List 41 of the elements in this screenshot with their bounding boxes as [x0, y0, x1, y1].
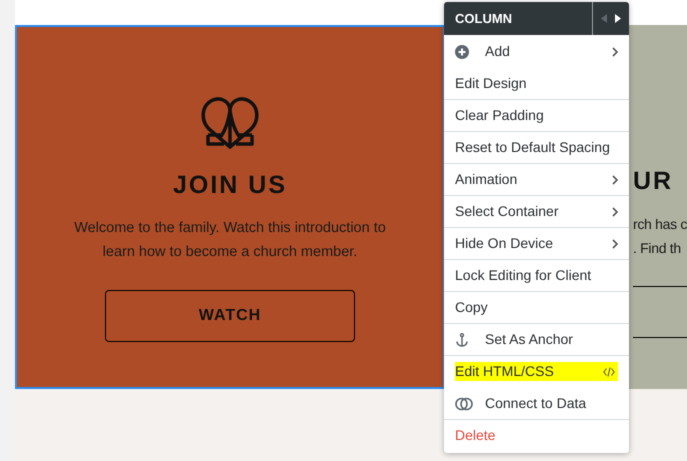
chevron-right-icon [612, 174, 618, 184]
menu-item-label: Lock Editing for Client [455, 266, 592, 285]
menu-item[interactable]: Copy [444, 291, 629, 323]
menu-item[interactable]: Edit HTML/CSS [444, 355, 629, 387]
menu-item[interactable]: Edit Design [444, 67, 629, 99]
chevron-right-icon [612, 206, 618, 216]
menu-title: COLUMN [454, 10, 514, 28]
menu-item-label: Add [485, 42, 510, 61]
menu-item[interactable]: Animation [444, 163, 629, 195]
menu-item[interactable]: Lock Editing for Client [444, 259, 629, 291]
menu-item[interactable]: Select Container [444, 195, 629, 227]
code-icon [603, 366, 615, 376]
section-heading: UR [633, 169, 674, 194]
menu-item-label: Delete [455, 426, 496, 445]
menu-item[interactable]: Clear Padding [444, 99, 629, 131]
menu-item-label: Copy [455, 298, 488, 317]
menu-item[interactable]: Set As Anchor [444, 323, 629, 355]
menu-item-label: Edit HTML/CSS [455, 362, 618, 381]
section-heading: JOIN US [172, 173, 288, 198]
menu-item[interactable]: Hide On Device [444, 227, 629, 259]
plus-circle-icon [455, 44, 469, 58]
chevron-right-icon [612, 238, 618, 248]
section-description: Welcome to the family. Watch this introduction to learn how to become a church member. [73, 219, 387, 262]
anchor-icon [455, 332, 469, 346]
menu-item-label: Edit Design [455, 74, 527, 93]
menu-item-label: Hide On Device [455, 234, 554, 253]
description-line: . Find th [633, 239, 682, 258]
menu-item[interactable]: Add [444, 35, 629, 67]
menu-item-label: Select Container [455, 202, 559, 221]
menu-item[interactable]: Connect to Data [444, 387, 629, 419]
menu-item[interactable]: Reset to Default Spacing [444, 131, 629, 163]
menu-item-label: Clear Padding [455, 106, 544, 125]
menu-item-label: Animation [455, 170, 518, 189]
menu-item[interactable]: Delete [444, 419, 629, 451]
next-arrow-icon[interactable] [615, 14, 621, 23]
description-line: rch has c [633, 215, 687, 234]
menu-item-label: Reset to Default Spacing [455, 138, 610, 157]
menu-item-label: Connect to Data [485, 394, 586, 413]
chevron-right-icon [612, 46, 618, 56]
menu-item-label: Set As Anchor [485, 330, 573, 349]
linked-rings-icon [455, 396, 473, 410]
